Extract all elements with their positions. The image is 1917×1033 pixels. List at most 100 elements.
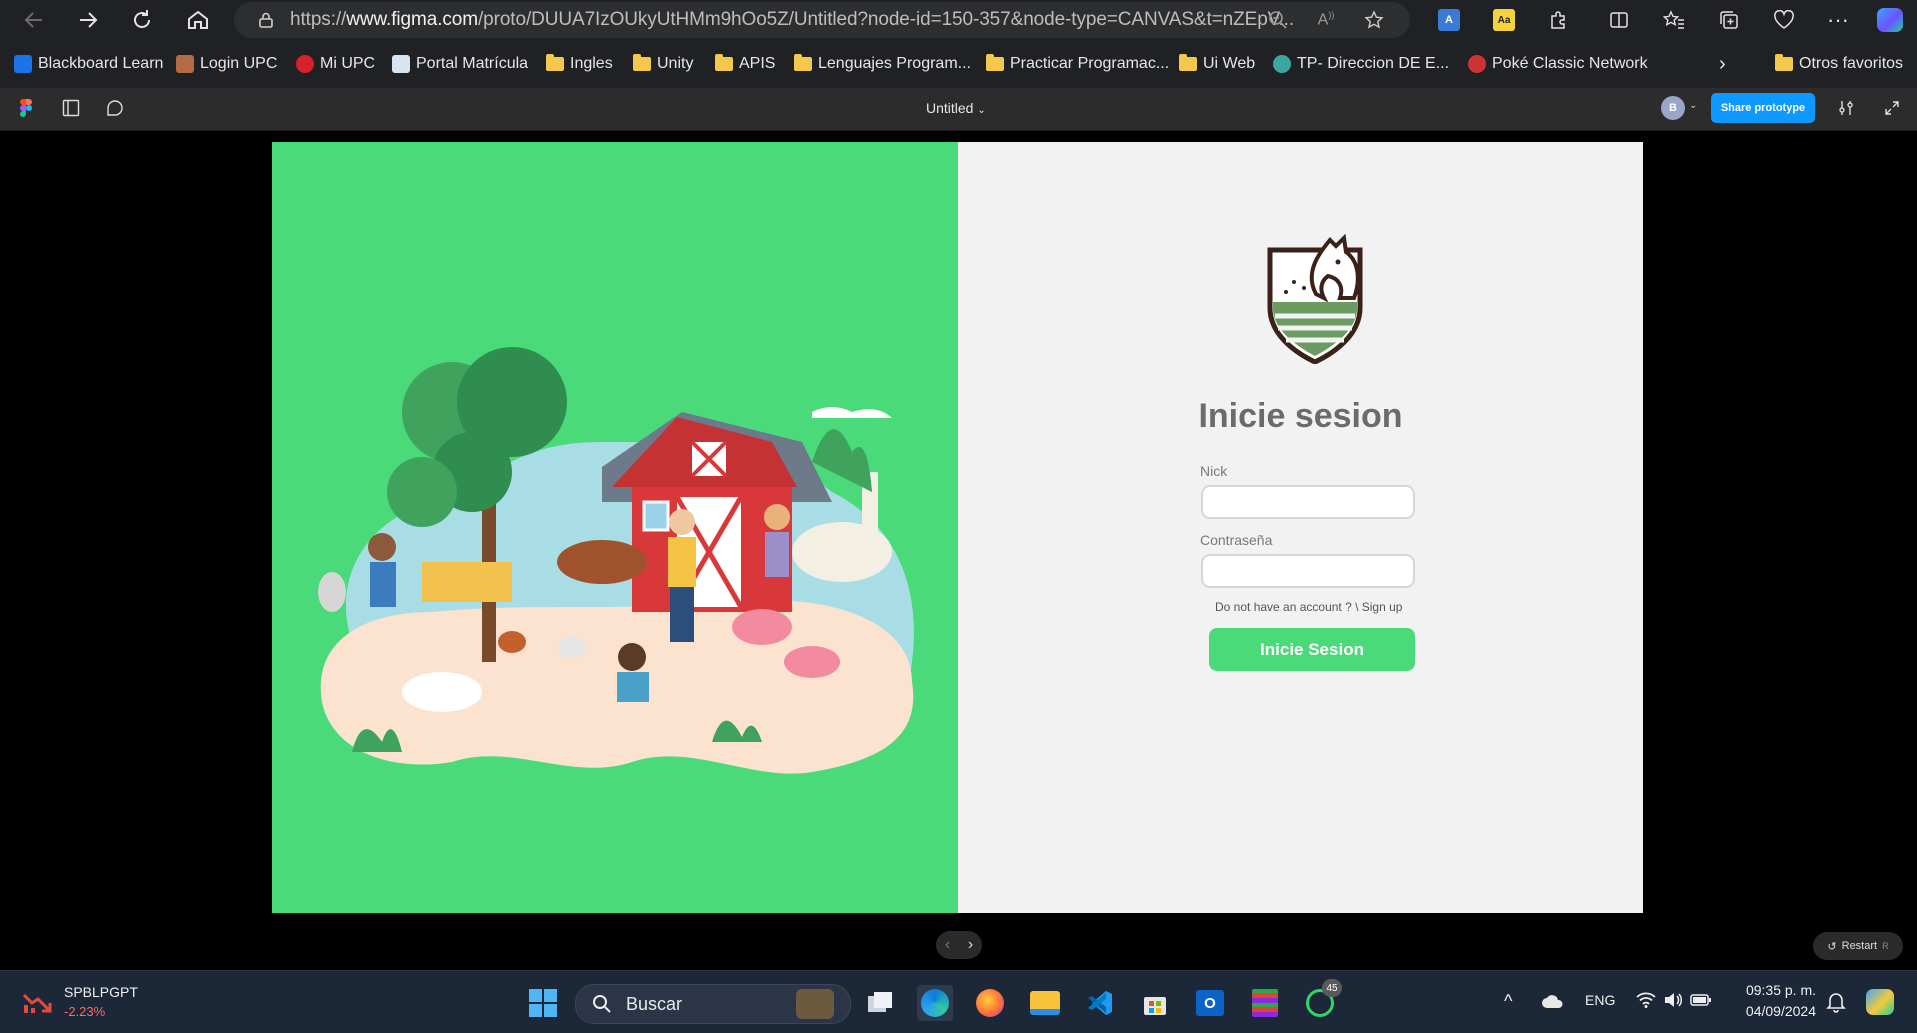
bookmark-folder-lenguajes[interactable]: Lenguajes Program... bbox=[794, 52, 971, 76]
bookmarks-bar: Blackboard Learn Login UPC Mi UPC Portal… bbox=[0, 46, 1917, 80]
notification-bell-icon[interactable] bbox=[1826, 991, 1846, 1018]
vscode-icon[interactable] bbox=[1082, 985, 1118, 1021]
split-screen-icon[interactable] bbox=[1603, 4, 1635, 36]
battery-icon[interactable] bbox=[1690, 993, 1712, 1012]
clock-date[interactable]: 04/09/2024 bbox=[1736, 1003, 1816, 1019]
address-bar[interactable]: https://www.figma.com/proto/DUUA7IzOUkyU… bbox=[234, 2, 1410, 38]
reload-button[interactable] bbox=[124, 2, 160, 38]
farm-shield-logo-icon bbox=[1267, 233, 1363, 364]
bookmark-folder-ui-web[interactable]: Ui Web bbox=[1179, 52, 1255, 76]
restart-shortcut: R bbox=[1882, 941, 1889, 951]
read-aloud-icon[interactable]: A)) bbox=[1312, 6, 1340, 34]
home-icon bbox=[188, 10, 208, 29]
sidebar-toggle-icon[interactable] bbox=[62, 99, 80, 122]
farm-illustration-panel bbox=[272, 142, 958, 913]
bookmark-login-upc[interactable]: Login UPC bbox=[176, 52, 277, 76]
arrow-left-icon bbox=[24, 12, 42, 28]
zoom-icon[interactable] bbox=[1264, 6, 1292, 34]
collections-icon[interactable] bbox=[1713, 4, 1745, 36]
bookmark-folder-otros[interactable]: Otros favoritos bbox=[1775, 52, 1903, 76]
copilot-taskbar-icon[interactable] bbox=[1866, 989, 1894, 1015]
password-label: Contraseña bbox=[1200, 532, 1273, 548]
lock-icon[interactable] bbox=[252, 6, 280, 34]
language-indicator[interactable]: ENG bbox=[1585, 992, 1615, 1008]
bookmark-folder-unity[interactable]: Unity bbox=[633, 52, 693, 76]
start-windows-icon[interactable] bbox=[525, 985, 561, 1021]
previous-frame-icon[interactable]: ‹ bbox=[945, 936, 950, 954]
dictionary-extension-icon[interactable]: Aa bbox=[1488, 4, 1520, 36]
arrow-right-icon bbox=[80, 12, 98, 28]
file-title-menu[interactable]: Untitled ⌄ bbox=[926, 100, 986, 116]
microsoft-store-icon[interactable] bbox=[1137, 985, 1173, 1021]
winrar-icon[interactable] bbox=[1247, 985, 1283, 1021]
bookmark-poke-classic[interactable]: Poké Classic Network bbox=[1468, 52, 1648, 76]
figma-logo-icon[interactable] bbox=[20, 99, 32, 122]
back-button[interactable] bbox=[16, 2, 52, 38]
forward-button[interactable] bbox=[70, 2, 106, 38]
wifi-icon[interactable] bbox=[1636, 992, 1656, 1013]
password-input[interactable] bbox=[1201, 554, 1415, 588]
bookmark-folder-apis[interactable]: APIS bbox=[715, 52, 775, 76]
restart-icon: ↺ bbox=[1827, 940, 1837, 953]
nick-input[interactable] bbox=[1201, 485, 1415, 519]
stock-chart-icon[interactable] bbox=[22, 991, 52, 1020]
bookmark-mi-upc[interactable]: Mi UPC bbox=[296, 52, 375, 76]
login-panel: Inicie sesion Nick Contraseña Do not hav… bbox=[958, 142, 1643, 913]
copilot-icon[interactable] bbox=[1874, 4, 1906, 36]
onedrive-cloud-icon[interactable] bbox=[1541, 993, 1565, 1014]
document-icon bbox=[392, 55, 410, 73]
url-text[interactable]: https://www.figma.com/proto/DUUA7IzOUkyU… bbox=[290, 9, 1294, 31]
reload-icon bbox=[134, 10, 150, 28]
task-view-icon[interactable] bbox=[862, 985, 898, 1021]
bookmark-blackboard[interactable]: Blackboard Learn bbox=[14, 52, 163, 76]
volume-icon[interactable] bbox=[1663, 992, 1683, 1013]
windows-taskbar: SPBLPGPT -2.23% Buscar O 45 ^ ENG 09:35 … bbox=[0, 970, 1917, 1033]
blackboard-icon bbox=[14, 55, 32, 73]
tray-overflow-chevron-icon[interactable]: ^ bbox=[1504, 991, 1512, 1012]
home-button[interactable] bbox=[180, 2, 216, 38]
more-menu-icon[interactable]: ··· bbox=[1822, 4, 1854, 36]
bookmark-portal-matricula[interactable]: Portal Matrícula bbox=[392, 52, 528, 76]
upc-icon bbox=[296, 55, 314, 73]
outlook-icon[interactable]: O bbox=[1192, 985, 1228, 1021]
search-placeholder: Buscar bbox=[626, 993, 683, 1014]
search-icon bbox=[593, 995, 611, 1013]
avatar-chevron-down-icon[interactable]: ⌄ bbox=[1689, 100, 1697, 111]
folder-icon bbox=[794, 54, 812, 71]
tp-icon bbox=[1273, 55, 1291, 73]
browser-toolbar: https://www.figma.com/proto/DUUA7IzOUkyU… bbox=[0, 0, 1917, 88]
extensions-icon[interactable] bbox=[1542, 4, 1574, 36]
next-frame-icon[interactable]: › bbox=[968, 936, 973, 954]
share-prototype-button[interactable]: Share prototype bbox=[1711, 93, 1815, 123]
favorites-icon[interactable] bbox=[1658, 4, 1690, 36]
chevron-down-icon: ⌄ bbox=[977, 105, 986, 116]
login-upc-icon bbox=[176, 55, 194, 73]
user-avatar[interactable]: B bbox=[1661, 96, 1685, 120]
bookmarks-overflow-chevron-icon[interactable]: › bbox=[1719, 52, 1726, 76]
restart-button[interactable]: ↺ Restart R bbox=[1813, 932, 1903, 960]
browser-essentials-icon[interactable] bbox=[1768, 4, 1800, 36]
farm-illustration bbox=[318, 347, 914, 774]
bookmark-folder-ingles[interactable]: Ingles bbox=[546, 52, 613, 76]
login-submit-button[interactable]: Inicie Sesion bbox=[1209, 628, 1415, 671]
nick-label: Nick bbox=[1200, 463, 1228, 479]
translate-extension-icon[interactable]: A bbox=[1433, 4, 1465, 36]
comment-icon[interactable] bbox=[106, 99, 124, 122]
bookmark-tp-direccion[interactable]: TP- Direccion DE E... bbox=[1273, 52, 1449, 76]
favorite-star-icon[interactable] bbox=[1360, 6, 1388, 34]
fullscreen-expand-icon[interactable] bbox=[1884, 100, 1900, 121]
signup-link[interactable]: Do not have an account ? \ Sign up bbox=[1215, 600, 1402, 614]
pokeball-icon bbox=[1468, 55, 1486, 73]
folder-icon bbox=[633, 54, 651, 71]
stock-change: -2.23% bbox=[64, 1004, 106, 1019]
clock-time[interactable]: 09:35 p. m. bbox=[1742, 982, 1816, 998]
taskbar-search[interactable]: Buscar bbox=[575, 984, 851, 1024]
bookmark-folder-practicar[interactable]: Practicar Programac... bbox=[986, 52, 1169, 76]
firefox-icon[interactable] bbox=[972, 985, 1008, 1021]
stock-symbol[interactable]: SPBLPGPT bbox=[64, 984, 138, 1000]
whatsapp-unread-badge: 45 bbox=[1322, 979, 1342, 997]
file-explorer-icon[interactable] bbox=[1027, 985, 1063, 1021]
edge-browser-icon[interactable] bbox=[917, 985, 953, 1021]
settings-sliders-icon[interactable] bbox=[1838, 100, 1854, 121]
whatsapp-icon[interactable]: 45 bbox=[1302, 979, 1342, 1021]
